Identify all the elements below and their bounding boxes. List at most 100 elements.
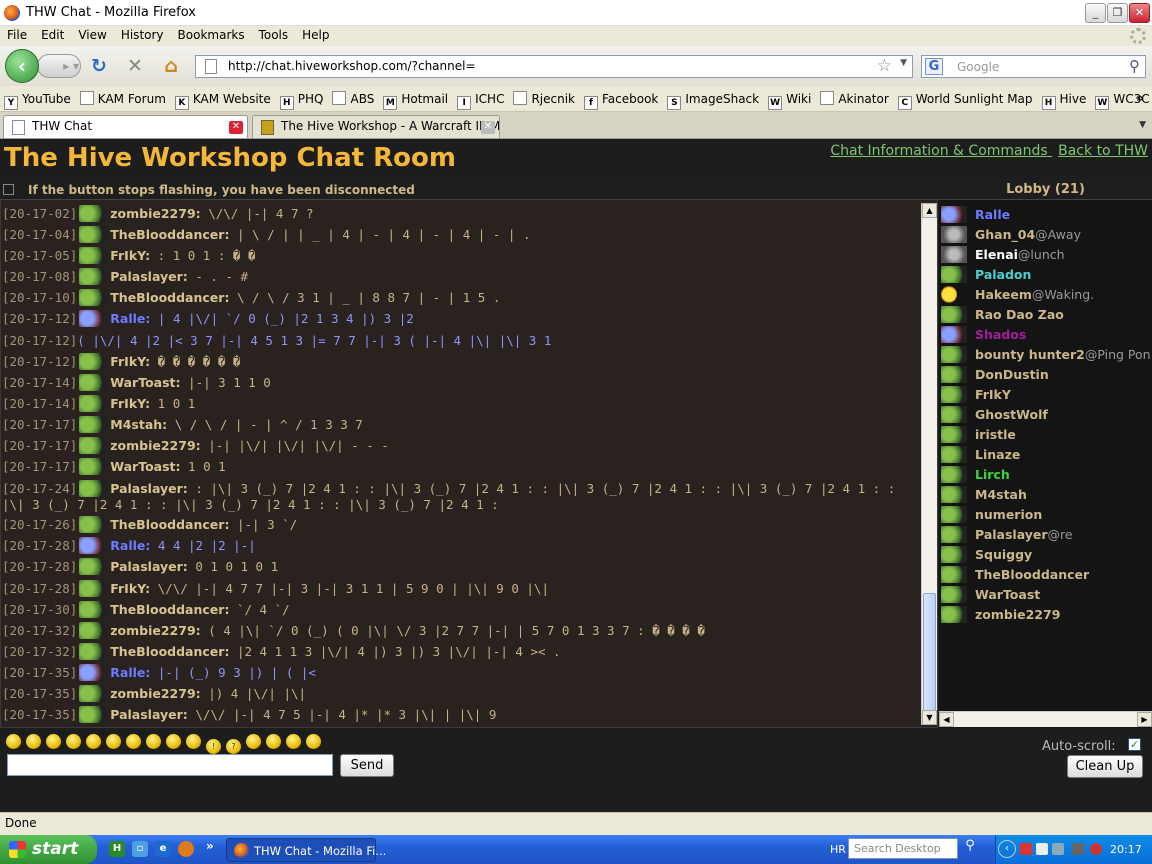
bookmark-facebook[interactable]: f Facebook [584, 92, 658, 110]
lobby-user[interactable]: Ghan_04@Away [941, 225, 1151, 245]
lobby-user[interactable]: Palaslayer@re [941, 525, 1151, 545]
tray-search-icon[interactable] [1036, 843, 1048, 855]
message-nick[interactable]: Palaslayer: [110, 269, 188, 284]
forward-button[interactable]: ▸ ▾ [37, 54, 81, 78]
back-button[interactable]: ‹ [5, 49, 39, 83]
lobby-user[interactable]: Linaze [941, 445, 1151, 465]
redface-emoticon-icon[interactable] [286, 734, 301, 749]
message-nick[interactable]: TheBlooddancer: [110, 602, 229, 617]
message-nick[interactable]: Ralle: [110, 311, 150, 326]
message-nick[interactable]: zombie2279: [110, 623, 200, 638]
menu-tools[interactable]: Tools [252, 26, 296, 42]
send-button[interactable]: Send [340, 754, 394, 777]
scroll-right-icon[interactable]: ▶ [1137, 712, 1152, 727]
message-nick[interactable]: Ralle: [110, 538, 150, 553]
bookmark-kam-website[interactable]: K KAM Website [174, 92, 271, 110]
google-icon[interactable]: G [925, 58, 943, 75]
chat-scrollbar[interactable]: ▲ ▼ [921, 203, 937, 725]
tray-network-icon[interactable] [1020, 843, 1032, 855]
message-nick[interactable]: TheBlooddancer: [110, 517, 229, 532]
lobby-user[interactable]: Paladon [941, 265, 1151, 285]
message-nick[interactable]: FrIkY: [110, 248, 150, 263]
message-nick[interactable]: zombie2279: [110, 206, 200, 221]
language-indicator[interactable]: HR [830, 843, 846, 856]
message-nick[interactable]: WarToast: [110, 459, 180, 474]
bookmark-hotmail[interactable]: M Hotmail [383, 92, 448, 110]
lobby-user[interactable]: FrIkY [941, 385, 1151, 405]
tongue-emoticon-icon[interactable] [86, 734, 101, 749]
message-nick[interactable]: WarToast: [110, 375, 180, 390]
scroll-up-icon[interactable]: ▲ [922, 203, 937, 218]
quicklaunch-app-icon[interactable]: H [109, 841, 125, 857]
surprised-emoticon-icon[interactable] [146, 734, 161, 749]
lobby-user[interactable]: iristle [941, 425, 1151, 445]
confused-emoticon-icon[interactable] [26, 734, 41, 749]
start-button[interactable]: start [0, 835, 97, 864]
menu-file[interactable]: File [0, 26, 34, 42]
bookmark-imageshack[interactable]: S ImageShack [667, 92, 759, 110]
search-icon[interactable]: ⚲ [1129, 57, 1140, 75]
message-nick[interactable]: TheBlooddancer: [110, 227, 229, 242]
tab-list-icon[interactable]: ▼ [1139, 120, 1146, 130]
quicklaunch-overflow-icon[interactable]: » [206, 839, 214, 853]
menu-edit[interactable]: Edit [34, 26, 71, 42]
minimize-button[interactable]: _ [1085, 3, 1106, 23]
message-nick[interactable]: TheBlooddancer: [110, 644, 229, 659]
message-nick[interactable]: FrIkY: [110, 354, 150, 369]
lobby-user[interactable]: numerion [941, 505, 1151, 525]
eek-emoticon-icon[interactable] [266, 734, 281, 749]
message-nick[interactable]: zombie2279: [110, 686, 200, 701]
lobby-user[interactable]: Lirch [941, 465, 1151, 485]
message-nick[interactable]: M4stah: [110, 417, 167, 432]
tray-device-icon[interactable] [1072, 843, 1084, 855]
lobby-user[interactable]: WarToast [941, 585, 1151, 605]
mad-emoticon-icon[interactable] [106, 734, 121, 749]
question-emoticon-icon[interactable]: ? [226, 739, 241, 754]
cool-emoticon-icon[interactable] [46, 734, 61, 749]
maximize-button[interactable]: ❐ [1107, 3, 1128, 23]
tray-app-icon[interactable] [1052, 843, 1064, 855]
bookmark-phq[interactable]: H PHQ [279, 92, 323, 110]
frown-emoticon-icon[interactable] [66, 734, 81, 749]
message-nick[interactable]: Ralle: [110, 665, 150, 680]
quicklaunch-firefox-icon[interactable] [178, 841, 194, 857]
search-box[interactable]: G Google ⚲ [921, 55, 1146, 78]
lobby-user[interactable]: Shados [941, 325, 1151, 345]
bookmark-kam-forum[interactable]: KAM Forum [79, 91, 166, 106]
rolleyes-emoticon-icon[interactable] [306, 734, 321, 749]
back-to-thw-link[interactable]: Back to THW [1058, 143, 1148, 159]
menu-view[interactable]: View [71, 26, 113, 42]
chat-info-link[interactable]: Chat Information & Commands [830, 143, 1047, 159]
lobby-user[interactable]: Elenai@lunch [941, 245, 1151, 265]
url-bar[interactable]: http://chat.hiveworkshop.com/?channel= ☆… [195, 55, 913, 78]
tray-expand-icon[interactable]: ‹ [998, 840, 1016, 858]
bookmark-ichc[interactable]: I ICHC [457, 92, 504, 110]
message-nick[interactable]: FrIkY: [110, 581, 150, 596]
lobby-user[interactable]: Hakeem@Waking. [941, 285, 1151, 305]
url-dropdown-icon[interactable]: ▼ [900, 58, 907, 68]
bookmark-akinator[interactable]: Akinator [820, 91, 889, 106]
lobby-user[interactable]: DonDustin [941, 365, 1151, 385]
bookmark-star-icon[interactable]: ☆ [877, 56, 892, 76]
quicklaunch-ie-icon[interactable]: e [155, 841, 171, 857]
lobby-user[interactable]: Ralle [941, 205, 1151, 225]
close-tab-icon[interactable]: ✕ [229, 121, 243, 134]
lobby-user[interactable]: M4stah [941, 485, 1151, 505]
bookmark-abs[interactable]: ABS [332, 91, 374, 106]
connection-indicator-icon[interactable] [3, 184, 14, 195]
message-nick[interactable]: Palaslayer: [110, 559, 188, 574]
reload-icon[interactable]: ↻ [88, 55, 110, 77]
taskbar-item-firefox[interactable]: THW Chat - Mozilla Fi... [226, 838, 386, 862]
tray-security-icon[interactable] [1090, 843, 1102, 855]
laugh-emoticon-icon[interactable] [246, 734, 261, 749]
lobby-user[interactable]: GhostWolf [941, 405, 1151, 425]
message-nick[interactable]: zombie2279: [110, 438, 200, 453]
autoscroll-checkbox[interactable]: ✓ [1128, 738, 1141, 751]
chat-message-input[interactable] [7, 754, 333, 776]
bookmark-rjecnik[interactable]: Rjecnik [513, 91, 575, 106]
lobby-user[interactable]: Squiggy [941, 545, 1151, 565]
scroll-down-icon[interactable]: ▼ [922, 710, 937, 725]
tab-hive-workshop[interactable]: The Hive Workshop - A Warcraft III Mo...… [252, 115, 500, 138]
menu-help[interactable]: Help [295, 26, 336, 42]
bookmark-world-sunlight-map[interactable]: C World Sunlight Map [897, 92, 1033, 110]
